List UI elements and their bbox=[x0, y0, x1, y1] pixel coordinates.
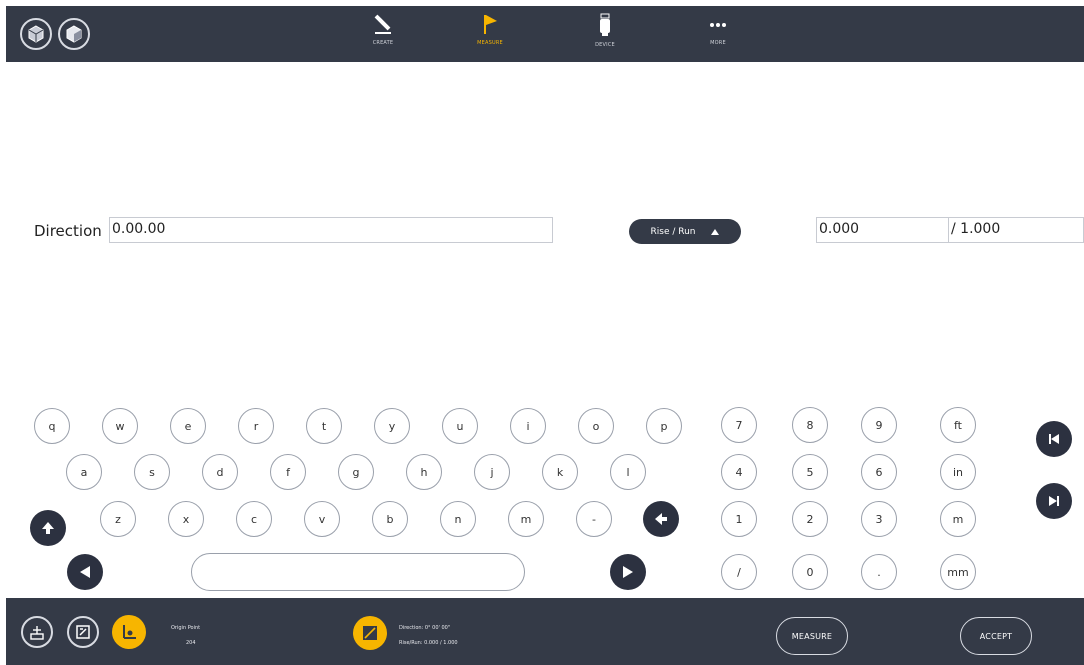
accept-button[interactable]: ACCEPT bbox=[960, 617, 1032, 655]
key-u[interactable]: u bbox=[442, 408, 478, 444]
direction-input[interactable]: 0.00.00 bbox=[109, 217, 553, 243]
key-6[interactable]: 6 bbox=[861, 454, 897, 490]
play-left-icon bbox=[80, 566, 90, 578]
key-9[interactable]: 9 bbox=[861, 407, 897, 443]
key-5[interactable]: 5 bbox=[792, 454, 828, 490]
key-m[interactable]: m bbox=[940, 501, 976, 537]
key-mm[interactable]: mm bbox=[940, 554, 976, 590]
key-e[interactable]: e bbox=[170, 408, 206, 444]
key-b[interactable]: b bbox=[372, 501, 408, 537]
key-q[interactable]: q bbox=[34, 408, 70, 444]
tab-measure[interactable]: MEASURE bbox=[468, 12, 512, 56]
key-m[interactable]: m bbox=[508, 501, 544, 537]
key-h[interactable]: h bbox=[406, 454, 442, 490]
key-x[interactable]: x bbox=[168, 501, 204, 537]
cube-shaded-icon bbox=[66, 25, 82, 43]
tab-create[interactable]: CREATE bbox=[361, 12, 405, 56]
cube-icon bbox=[28, 25, 44, 43]
run-input[interactable]: / 1.000 bbox=[948, 217, 1084, 243]
tab-measure-label: MEASURE bbox=[477, 40, 503, 46]
key-d[interactable]: d bbox=[202, 454, 238, 490]
plan-view-button[interactable] bbox=[67, 616, 99, 648]
origin-point-button[interactable] bbox=[112, 615, 146, 649]
origin-point-value: 204 bbox=[186, 640, 196, 646]
rise-input[interactable]: 0.000 bbox=[816, 217, 948, 243]
key-7[interactable]: 7 bbox=[721, 407, 757, 443]
key-a[interactable]: a bbox=[66, 454, 102, 490]
play-right-icon bbox=[623, 566, 633, 578]
device-icon bbox=[600, 13, 610, 36]
pen-icon bbox=[374, 14, 391, 34]
key-c[interactable]: c bbox=[236, 501, 272, 537]
key-g[interactable]: g bbox=[338, 454, 374, 490]
key-s[interactable]: s bbox=[134, 454, 170, 490]
key-1[interactable]: 1 bbox=[721, 501, 757, 537]
key-y[interactable]: y bbox=[374, 408, 410, 444]
space-key[interactable] bbox=[191, 553, 525, 591]
tab-device-label: DEVICE bbox=[595, 42, 615, 48]
key-w[interactable]: w bbox=[102, 408, 138, 444]
cursor-right-key[interactable] bbox=[610, 554, 646, 590]
key-ft[interactable]: ft bbox=[940, 407, 976, 443]
origin-point-icon bbox=[123, 625, 136, 639]
origin-point-label: Origin Point bbox=[171, 625, 201, 631]
key-i[interactable]: i bbox=[510, 408, 546, 444]
key-dash[interactable]: - bbox=[576, 501, 612, 537]
accept-button-label: ACCEPT bbox=[979, 631, 1013, 641]
model-view-button[interactable] bbox=[58, 18, 90, 50]
cursor-left-key[interactable] bbox=[67, 554, 103, 590]
rise-run-dropdown[interactable]: Rise / Run bbox=[629, 219, 741, 244]
skip-end-icon bbox=[1049, 496, 1059, 506]
backspace-key[interactable] bbox=[643, 501, 679, 537]
key-n[interactable]: n bbox=[440, 501, 476, 537]
bottom-status-bar: Origin Point 204 Direction: 0° 00' 00" R… bbox=[6, 598, 1084, 665]
point-layout-button[interactable] bbox=[21, 616, 53, 648]
key-o[interactable]: o bbox=[578, 408, 614, 444]
key-decimal[interactable]: . bbox=[861, 554, 897, 590]
key-l[interactable]: l bbox=[610, 454, 646, 490]
rise-run-label: Rise / Run bbox=[650, 226, 696, 237]
tab-create-label: CREATE bbox=[372, 40, 394, 46]
key-p[interactable]: p bbox=[646, 408, 682, 444]
key-4[interactable]: 4 bbox=[721, 454, 757, 490]
triangle-up-icon bbox=[710, 228, 719, 235]
direction-label: Direction bbox=[34, 222, 102, 240]
direction-summary-text: Direction: 0° 00' 00" bbox=[399, 625, 451, 631]
view-cube-button[interactable] bbox=[20, 18, 52, 50]
key-r[interactable]: r bbox=[238, 408, 274, 444]
measure-button[interactable]: MEASURE bbox=[776, 617, 848, 655]
arrow-left-icon bbox=[655, 513, 667, 525]
key-j[interactable]: j bbox=[474, 454, 510, 490]
rise-run-summary-text: Rise/Run: 0.000 / 1.000 bbox=[399, 640, 458, 646]
key-k[interactable]: k bbox=[542, 454, 578, 490]
key-t[interactable]: t bbox=[306, 408, 342, 444]
tripod-icon bbox=[30, 626, 44, 640]
key-slash[interactable]: / bbox=[721, 554, 757, 590]
direction-summary-button[interactable] bbox=[353, 616, 387, 650]
tab-device[interactable]: DEVICE bbox=[583, 12, 627, 56]
tab-more-label: MORE bbox=[710, 40, 726, 46]
arrow-up-icon bbox=[42, 522, 54, 534]
key-in[interactable]: in bbox=[940, 454, 976, 490]
top-toolbar: CREATE MEASURE DEVICE MORE bbox=[6, 6, 1084, 62]
app-frame: CREATE MEASURE DEVICE MORE Direction 0.0… bbox=[6, 6, 1084, 665]
key-f[interactable]: f bbox=[270, 454, 306, 490]
key-z[interactable]: z bbox=[100, 501, 136, 537]
tab-more[interactable]: MORE bbox=[696, 12, 740, 56]
jump-to-end-key[interactable] bbox=[1036, 483, 1072, 519]
measure-button-label: MEASURE bbox=[791, 631, 833, 641]
key-2[interactable]: 2 bbox=[792, 501, 828, 537]
direction-measure-icon bbox=[363, 626, 377, 640]
skip-start-icon bbox=[1049, 434, 1059, 444]
key-0[interactable]: 0 bbox=[792, 554, 828, 590]
shift-key[interactable] bbox=[30, 510, 66, 546]
more-dots-icon bbox=[710, 23, 726, 27]
floorplan-icon bbox=[76, 625, 90, 639]
flag-icon bbox=[484, 15, 497, 34]
key-8[interactable]: 8 bbox=[792, 407, 828, 443]
key-v[interactable]: v bbox=[304, 501, 340, 537]
key-3[interactable]: 3 bbox=[861, 501, 897, 537]
jump-to-start-key[interactable] bbox=[1036, 421, 1072, 457]
